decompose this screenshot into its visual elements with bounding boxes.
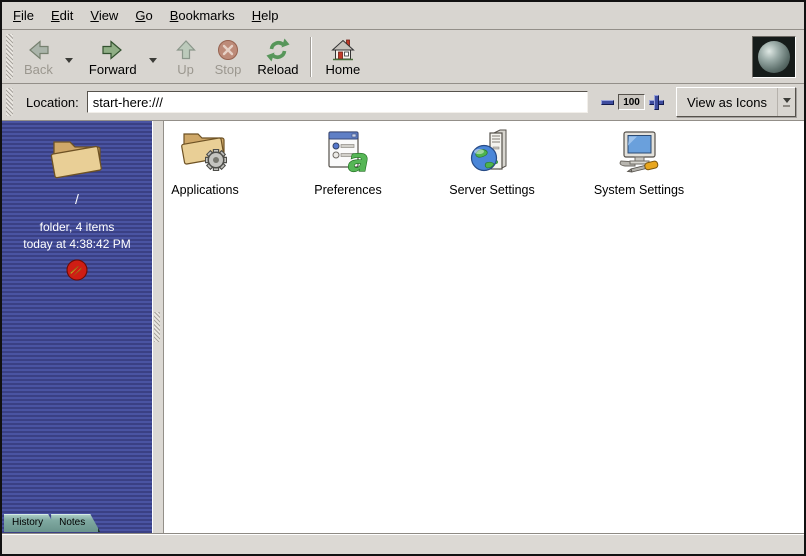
home-button-label: Home bbox=[326, 63, 361, 77]
chevron-down-icon bbox=[149, 58, 157, 63]
zoom-in-plus-icon[interactable] bbox=[649, 95, 664, 110]
sidebar-tabs: History Notes bbox=[4, 514, 100, 532]
sidebar-panel: / folder, 4 items today at 4:38:42 PM Hi… bbox=[2, 121, 152, 533]
server-settings-icon bbox=[468, 127, 516, 180]
menu-go[interactable]: Go bbox=[135, 8, 152, 23]
toolbar-separator bbox=[310, 37, 311, 77]
menu-file[interactable]: File bbox=[13, 8, 34, 23]
icon-view: Applications a Preferences bbox=[164, 121, 804, 533]
status-bar bbox=[2, 533, 804, 554]
svg-text:a: a bbox=[348, 143, 369, 175]
view-mode-selector[interactable]: View as Icons bbox=[676, 87, 796, 117]
zoom-level-indicator: 100 bbox=[618, 94, 645, 110]
nautilus-sphere-throbber-icon bbox=[752, 36, 796, 78]
menu-bar: File Edit View Go Bookmarks Help bbox=[2, 2, 804, 30]
up-button[interactable]: Up bbox=[165, 35, 207, 79]
dropdown-arrow-icon bbox=[777, 88, 795, 116]
menu-bookmarks[interactable]: Bookmarks bbox=[170, 8, 235, 23]
preferences-icon: a bbox=[324, 127, 372, 180]
forward-button-label: Forward bbox=[89, 63, 137, 77]
stop-button-label: Stop bbox=[215, 63, 242, 77]
stop-icon bbox=[215, 37, 241, 63]
open-folder-icon bbox=[49, 133, 105, 184]
up-button-label: Up bbox=[177, 63, 194, 77]
home-button[interactable]: Home bbox=[318, 35, 369, 79]
content-area: / folder, 4 items today at 4:38:42 PM Hi… bbox=[2, 121, 804, 533]
applications-folder-icon bbox=[180, 127, 230, 180]
sidebar-splitter[interactable] bbox=[152, 121, 164, 533]
system-settings-icon bbox=[615, 127, 663, 180]
menu-edit[interactable]: Edit bbox=[51, 8, 73, 23]
forward-button[interactable]: Forward bbox=[81, 35, 145, 79]
file-manager-window: File Edit View Go Bookmarks Help Back bbox=[0, 0, 806, 556]
sidebar-location-name: / bbox=[75, 191, 79, 207]
reload-button-label: Reload bbox=[257, 63, 298, 77]
icon-item-preferences[interactable]: a Preferences bbox=[306, 127, 390, 197]
back-arrow-icon bbox=[25, 37, 51, 63]
location-input[interactable] bbox=[87, 91, 588, 113]
home-icon bbox=[330, 37, 356, 63]
icon-label: Server Settings bbox=[449, 183, 534, 197]
icon-label: Applications bbox=[171, 183, 238, 197]
icon-item-system-settings[interactable]: System Settings bbox=[597, 127, 681, 197]
menu-help[interactable]: Help bbox=[252, 8, 279, 23]
tab-notes[interactable]: Notes bbox=[51, 514, 100, 532]
location-bar: Location: 100 View as Icons bbox=[2, 84, 804, 121]
tab-history[interactable]: History bbox=[4, 514, 58, 532]
splitter-drag-handle[interactable] bbox=[154, 312, 160, 342]
sidebar-modified-time: today at 4:38:42 PM bbox=[23, 237, 130, 251]
icon-item-applications[interactable]: Applications bbox=[164, 127, 247, 197]
location-bar-drag-handle[interactable] bbox=[6, 88, 13, 116]
forward-arrow-icon bbox=[100, 37, 126, 63]
view-mode-label: View as Icons bbox=[677, 88, 777, 116]
icon-label: Preferences bbox=[314, 183, 381, 197]
back-history-dropdown[interactable] bbox=[61, 35, 77, 79]
toolbar: Back Forward Up bbox=[2, 30, 804, 84]
reload-button[interactable]: Reload bbox=[249, 35, 306, 79]
zoom-out-minus-icon[interactable] bbox=[601, 100, 614, 105]
menu-view[interactable]: View bbox=[90, 8, 118, 23]
icon-label: System Settings bbox=[594, 183, 684, 197]
reload-icon bbox=[265, 37, 291, 63]
toolbar-drag-handle[interactable] bbox=[6, 34, 13, 79]
sidebar-folder-details: folder, 4 items bbox=[40, 220, 115, 234]
stop-button[interactable]: Stop bbox=[207, 35, 250, 79]
up-arrow-icon bbox=[173, 37, 199, 63]
chevron-down-icon bbox=[65, 58, 73, 63]
location-label: Location: bbox=[26, 95, 79, 110]
no-write-emblem-icon bbox=[66, 259, 88, 286]
back-button-label: Back bbox=[24, 63, 53, 77]
sphere-icon bbox=[758, 41, 790, 73]
back-button[interactable]: Back bbox=[16, 35, 61, 79]
forward-history-dropdown[interactable] bbox=[145, 35, 161, 79]
zoom-control: 100 bbox=[601, 94, 664, 110]
icon-item-server-settings[interactable]: Server Settings bbox=[450, 127, 534, 197]
